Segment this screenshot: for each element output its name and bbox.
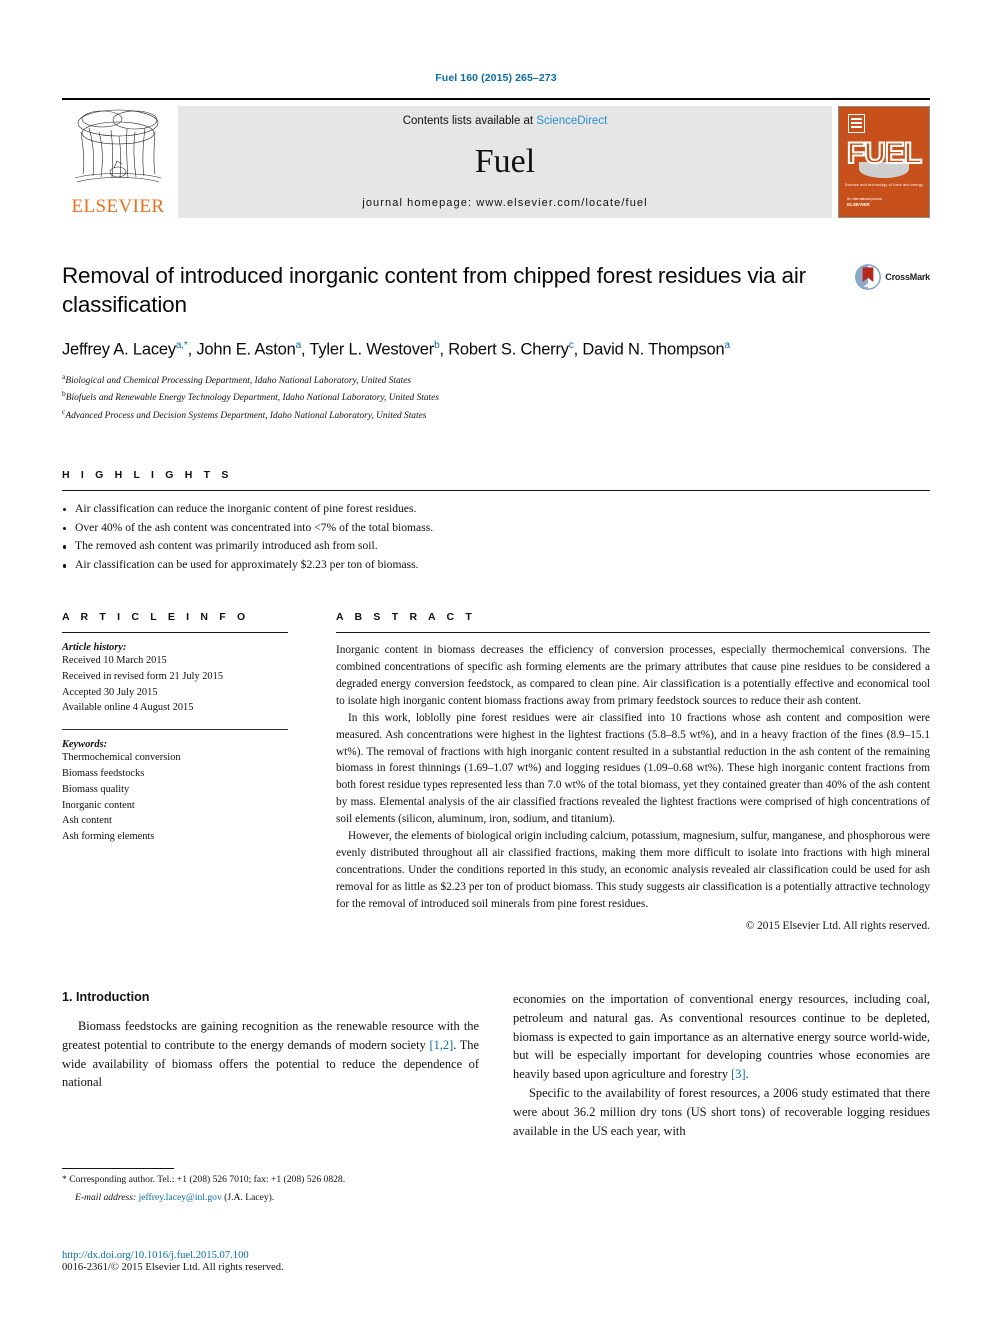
intro-paragraph-right-2: Specific to the availability of forest r… [513,1086,930,1138]
keyword-item: Biomass feedstocks [62,767,145,779]
journal-masthead: ELSEVIER Contents lists available at Sci… [62,98,930,218]
section-heading-introduction: 1. Introduction [62,989,150,1004]
keyword-item: Thermochemical conversion [62,752,181,764]
author-list: Jeffrey A. Laceya,*, John E. Astona, Tyl… [62,339,730,359]
body-columns: 1. Introduction Biomass feedstocks are g… [62,990,930,1141]
abstract-paragraph: In this work, loblolly pine forest resid… [336,711,930,826]
corresponding-text: Corresponding author. Tel.: +1 (208) 526… [69,1174,346,1185]
title-block: Removal of introduced inorganic content … [62,262,930,423]
keyword-item: Ash forming elements [62,831,155,843]
doi-block: http://dx.doi.org/10.1016/j.fuel.2015.07… [62,1250,284,1273]
crossmark-icon [855,264,882,290]
cover-footer: An international journal ELSEVIER [847,197,882,209]
keywords-label: Keywords: [62,739,108,751]
article-info-rule [62,631,288,633]
body-column-left: 1. Introduction Biomass feedstocks are g… [62,990,479,1141]
paper-page: Fuel 160 (2015) 265–273 ELSEVIER Content… [0,0,992,1323]
article-history-item: Accepted 30 July 2015 [62,686,158,698]
corresponding-author-note: * Corresponding author. Tel.: +1 (208) 5… [62,1173,472,1187]
footnote-block: * Corresponding author. Tel.: +1 (208) 5… [62,1168,472,1206]
crossmark-badge[interactable]: CrossMark [855,264,930,290]
journal-cover-thumbnail: FUEL Science and technology of fuels and… [838,106,930,218]
keyword-item: Biomass quality [62,783,130,795]
contents-available-line: Contents lists available at ScienceDirec… [403,115,608,127]
intro-text-pre: Biomass feedstocks are gaining recogniti… [62,1018,479,1052]
article-info-column: A R T I C L E I N F O Article history: R… [62,611,312,932]
abstract-rule [336,631,930,633]
affiliation-list: aBiological and Chemical Processing Depa… [62,371,930,423]
running-head: Fuel 160 (2015) 265–273 [435,72,557,84]
page-title: Removal of introduced inorganic content … [62,263,806,317]
article-history-item: Received 10 March 2015 [62,654,167,666]
issn-copyright: 0016-2361/© 2015 Elsevier Ltd. All right… [62,1262,284,1273]
cover-footer-publisher: ELSEVIER [847,202,870,208]
highlight-item: The removed ash content was primarily in… [62,537,930,556]
article-history-item: Available online 4 August 2015 [62,702,194,714]
elsevier-wordmark: ELSEVIER [71,196,165,217]
journal-homepage[interactable]: journal homepage: www.elsevier.com/locat… [362,197,647,209]
email-link[interactable]: jeffrey.lacey@inl.gov [139,1192,222,1203]
elsevier-logo: ELSEVIER [62,106,174,218]
article-history-label: Article history: [62,641,127,653]
keywords-list: Thermochemical conversion Biomass feedsto… [62,750,288,845]
affiliation-line: aBiological and Chemical Processing Depa… [62,372,412,387]
keyword-item: Ash content [62,815,112,827]
intro-right-post: . [745,1067,749,1082]
doi-link[interactable]: http://dx.doi.org/10.1016/j.fuel.2015.07… [62,1250,284,1261]
sciencedirect-link[interactable]: ScienceDirect [536,115,607,127]
cover-wordmark: FUEL [846,137,923,170]
article-history-item: Received in revised form 21 July 2015 [62,670,224,682]
body-column-right: economies on the importation of conventi… [513,990,930,1141]
cover-badge-icon [848,114,865,133]
citation-1-2[interactable]: [1,2] [429,1038,453,1052]
info-abstract-row: A R T I C L E I N F O Article history: R… [62,611,930,932]
journal-title: Fuel [474,143,536,180]
intro-paragraph-right: economies on the importation of conventi… [513,990,930,1084]
keyword-item: Inorganic content [62,799,135,811]
affiliation-line: bBiofuels and Renewable Energy Technolog… [62,389,439,404]
abstract-paragraph: Inorganic content in biomass decreases t… [336,643,930,707]
highlights-rule [62,489,930,491]
highlights-heading: H I G H L I G H T S [62,468,233,481]
citation-3[interactable]: [3] [731,1067,745,1081]
article-history-list: Received 10 March 2015 Received in revise… [62,653,288,716]
email-label: E-mail address: [75,1192,137,1204]
cover-footer-small: An international journal [847,197,882,201]
highlight-item: Air classification can be used for appro… [62,556,930,575]
keywords-rule [62,729,288,731]
highlight-item: Over 40% of the ash content was concentr… [62,519,930,538]
footnote-rule [62,1168,174,1169]
abstract-column: A B S T R A C T Inorganic content in bio… [312,611,930,932]
elsevier-tree-icon [74,109,162,183]
highlights-section: H I G H L I G H T S Air classification c… [62,469,930,575]
crossmark-label: CrossMark [885,272,930,282]
intro-right-pre: economies on the importation of conventi… [513,991,930,1082]
masthead-center: Contents lists available at ScienceDirec… [178,106,832,218]
email-note: E-mail address: jeffrey.lacey@inl.gov (J… [62,1191,472,1205]
email-owner: (J.A. Lacey). [224,1192,275,1204]
abstract-paragraphs: Inorganic content in biomass decreases t… [336,642,930,913]
highlight-item: Air classification can reduce the inorga… [62,500,930,519]
abstract-heading: A B S T R A C T [336,610,476,623]
abstract-copyright: © 2015 Elsevier Ltd. All rights reserved… [745,919,930,932]
corresponding-marker: * [62,1174,67,1185]
highlights-list: Air classification can reduce the inorga… [62,500,930,575]
affiliation-line: cAdvanced Process and Decision Systems D… [62,406,427,421]
cover-tagline: Science and technology of fuels and ener… [844,183,924,187]
abstract-paragraph: However, the elements of biological orig… [336,830,930,910]
contents-prefix: Contents lists available at [402,115,537,127]
intro-paragraph-left: Biomass feedstocks are gaining recogniti… [62,1017,479,1092]
article-info-heading: A R T I C L E I N F O [62,610,250,623]
